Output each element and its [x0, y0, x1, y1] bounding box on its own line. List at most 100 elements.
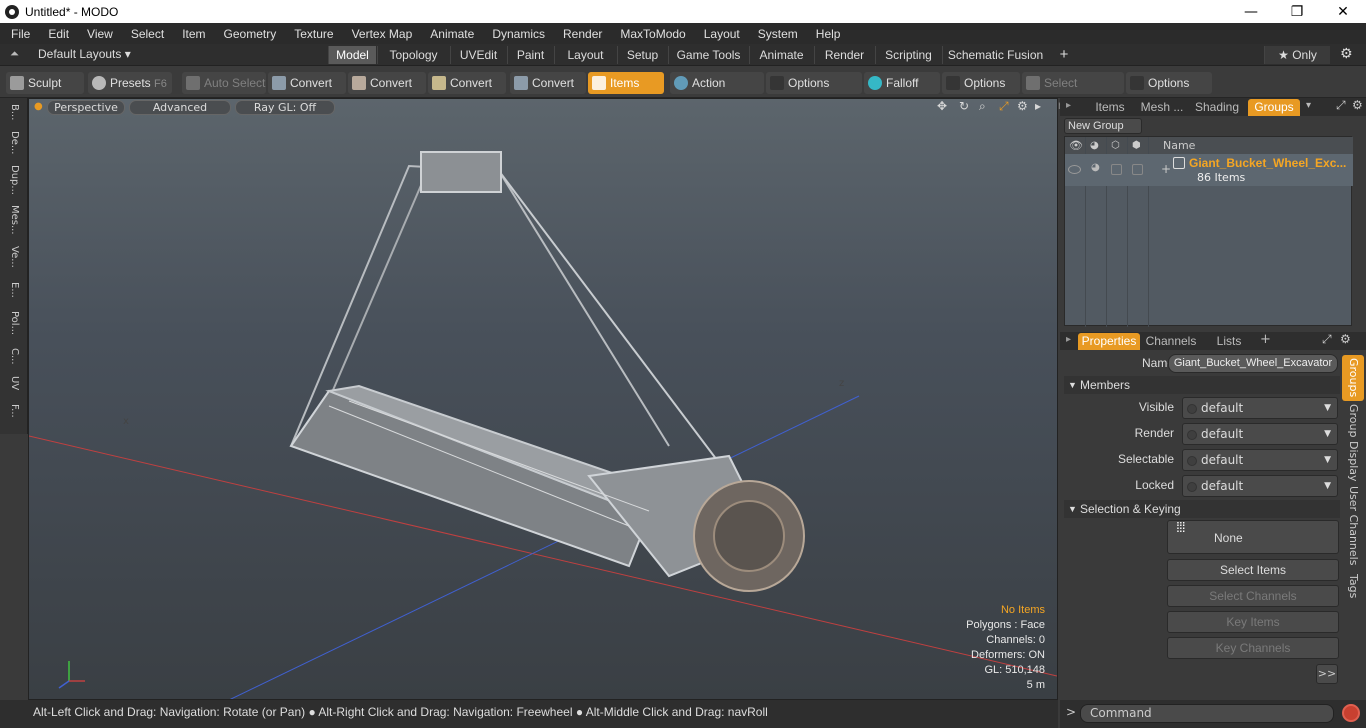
menu-item[interactable]: Item	[171, 27, 212, 41]
left-tab-polygon[interactable]: Pol...	[3, 306, 25, 340]
menu-view[interactable]: View	[76, 27, 120, 41]
expand-plus-icon[interactable]: +	[1161, 162, 1171, 176]
fit-icon[interactable]: ⤢	[999, 99, 1009, 114]
viewport-gear-icon[interactable]: ⚙	[1017, 99, 1028, 113]
3d-viewport[interactable]: ● Perspective Advanced Ray GL: Off ✥ ↻ ⌕…	[28, 98, 1058, 700]
raygl-button[interactable]: Ray GL: Off	[235, 100, 335, 115]
key-items-button[interactable]: Key Items	[1167, 611, 1339, 633]
tab-lists[interactable]: Lists	[1204, 333, 1254, 350]
maximize-button[interactable]: ❐	[1274, 0, 1320, 23]
minimize-button[interactable]: —	[1228, 0, 1274, 23]
side-tab-user-channels[interactable]: User Channels	[1342, 486, 1364, 566]
options-button-2[interactable]: Options	[942, 72, 1020, 94]
left-tab-duplicate[interactable]: Dup...	[3, 162, 25, 198]
menu-help[interactable]: Help	[805, 27, 848, 41]
viewport-more-icon[interactable]: ▸	[1035, 99, 1041, 113]
tab-setup[interactable]: Setup	[617, 46, 667, 64]
left-tab-mesh-edit[interactable]: Mes...	[3, 202, 25, 238]
convert-button-3[interactable]: Convert	[428, 72, 506, 94]
left-tab-basic[interactable]: B...	[3, 100, 25, 124]
pan-icon[interactable]: ✥	[937, 99, 947, 113]
members-section-header[interactable]: ▼ Members	[1064, 376, 1340, 394]
tab-paint[interactable]: Paint	[507, 46, 553, 64]
auto-select-button[interactable]: Auto Select	[182, 72, 266, 94]
add-tab-icon[interactable]: +	[1260, 332, 1271, 347]
panel-gear-icon[interactable]: ⚙	[1340, 332, 1351, 346]
key-channels-button[interactable]: Key Channels	[1167, 637, 1339, 659]
tabs-dropdown-icon[interactable]: ▾	[1306, 100, 1311, 111]
none-preset-button[interactable]: ⁞⁞⁞ None	[1167, 520, 1339, 554]
menu-file[interactable]: File	[0, 27, 37, 41]
zoom-icon[interactable]: ⌕	[979, 99, 986, 114]
tab-topology[interactable]: Topology	[377, 46, 449, 64]
selection-keying-section-header[interactable]: ▼ Selection & Keying	[1064, 500, 1340, 518]
sculpt-button[interactable]: Sculpt	[6, 72, 84, 94]
menu-layout[interactable]: Layout	[693, 27, 747, 41]
viewport-dot-icon[interactable]: ●	[34, 101, 43, 112]
presets-button[interactable]: Presets F6	[88, 72, 172, 94]
menu-system[interactable]: System	[747, 27, 805, 41]
group-row[interactable]: ◕ + Giant_Bucket_Wheel_Exc... 86 Items	[1065, 154, 1353, 186]
menu-maxtomodo[interactable]: MaxToModo	[609, 27, 692, 41]
left-tab-curve[interactable]: C...	[3, 342, 25, 370]
command-input[interactable]: Command	[1080, 704, 1334, 723]
left-tab-fusion[interactable]: F...	[3, 396, 25, 426]
gear-icon[interactable]: ⚙	[1340, 46, 1353, 62]
render-toggle-icon[interactable]: ◕	[1091, 162, 1100, 173]
tab-animate[interactable]: Animate	[749, 46, 813, 64]
convert-button-1[interactable]: Convert	[268, 72, 346, 94]
options-button-1[interactable]: Options	[766, 72, 862, 94]
tab-items[interactable]: Items	[1088, 99, 1132, 116]
add-tab-button[interactable]: +	[1052, 46, 1076, 64]
select-through-button[interactable]: Select Through	[1022, 72, 1124, 112]
tab-scripting[interactable]: Scripting	[875, 46, 941, 64]
select-channels-button[interactable]: Select Channels	[1167, 585, 1339, 607]
tab-properties[interactable]: Properties	[1078, 333, 1140, 350]
side-tab-group-display[interactable]: Group Display	[1342, 403, 1364, 483]
tab-render[interactable]: Render	[814, 46, 874, 64]
tab-uvedit[interactable]: UVEdit	[450, 46, 506, 64]
select-items-button[interactable]: Select Items	[1167, 559, 1339, 581]
tab-groups[interactable]: Groups	[1248, 99, 1300, 116]
record-icon[interactable]	[1342, 704, 1360, 722]
panel-gear-icon[interactable]: ⚙	[1352, 98, 1363, 112]
menu-vertex-map[interactable]: Vertex Map	[341, 27, 420, 41]
tab-layout[interactable]: Layout	[554, 46, 616, 64]
locked-dropdown[interactable]: default ▼	[1182, 475, 1338, 497]
menu-texture[interactable]: Texture	[283, 27, 340, 41]
menu-dynamics[interactable]: Dynamics	[481, 27, 552, 41]
new-group-button[interactable]: New Group	[1064, 118, 1142, 134]
tab-channels[interactable]: Channels	[1144, 333, 1198, 350]
layouts-dropdown[interactable]: Default Layouts ▾	[38, 47, 131, 61]
menu-edit[interactable]: Edit	[37, 27, 76, 41]
expand-icon[interactable]: ⤢	[1322, 332, 1332, 347]
menu-animate[interactable]: Animate	[419, 27, 481, 41]
visibility-eye-icon[interactable]	[1068, 165, 1081, 174]
advanced-button[interactable]: Advanced	[129, 100, 231, 115]
left-tab-vertex[interactable]: Ve...	[3, 242, 25, 272]
side-tab-groups[interactable]: Groups	[1342, 355, 1364, 401]
select-toggle[interactable]	[1111, 164, 1122, 175]
menu-render[interactable]: Render	[552, 27, 609, 41]
perspective-button[interactable]: Perspective	[47, 100, 125, 115]
falloff-button[interactable]: Falloff	[864, 72, 940, 94]
tab-model[interactable]: Model	[328, 46, 376, 64]
close-button[interactable]: ✕	[1320, 0, 1366, 23]
tab-schematic-fusion[interactable]: Schematic Fusion	[942, 46, 1048, 64]
tab-shading[interactable]: Shading	[1192, 99, 1242, 116]
more-button[interactable]: >>	[1316, 664, 1338, 684]
action-center-button[interactable]: Action Center	[670, 72, 764, 112]
menu-geometry[interactable]: Geometry	[213, 27, 284, 41]
tab-mesh[interactable]: Mesh ...	[1136, 99, 1188, 116]
only-toggle[interactable]: ★ Only	[1264, 46, 1330, 64]
tab-game-tools[interactable]: Game Tools	[668, 46, 748, 64]
left-tab-uv[interactable]: UV	[3, 372, 25, 394]
expand-icon[interactable]: ⤢	[1336, 98, 1346, 113]
convert-button-2[interactable]: Convert	[348, 72, 426, 94]
render-dropdown[interactable]: default ▼	[1182, 423, 1338, 445]
convert-button-4[interactable]: Convert	[510, 72, 586, 94]
menu-select[interactable]: Select	[120, 27, 171, 41]
left-tab-deform[interactable]: De...	[3, 128, 25, 158]
visible-dropdown[interactable]: default ▼	[1182, 397, 1338, 419]
selectable-dropdown[interactable]: default ▼	[1182, 449, 1338, 471]
